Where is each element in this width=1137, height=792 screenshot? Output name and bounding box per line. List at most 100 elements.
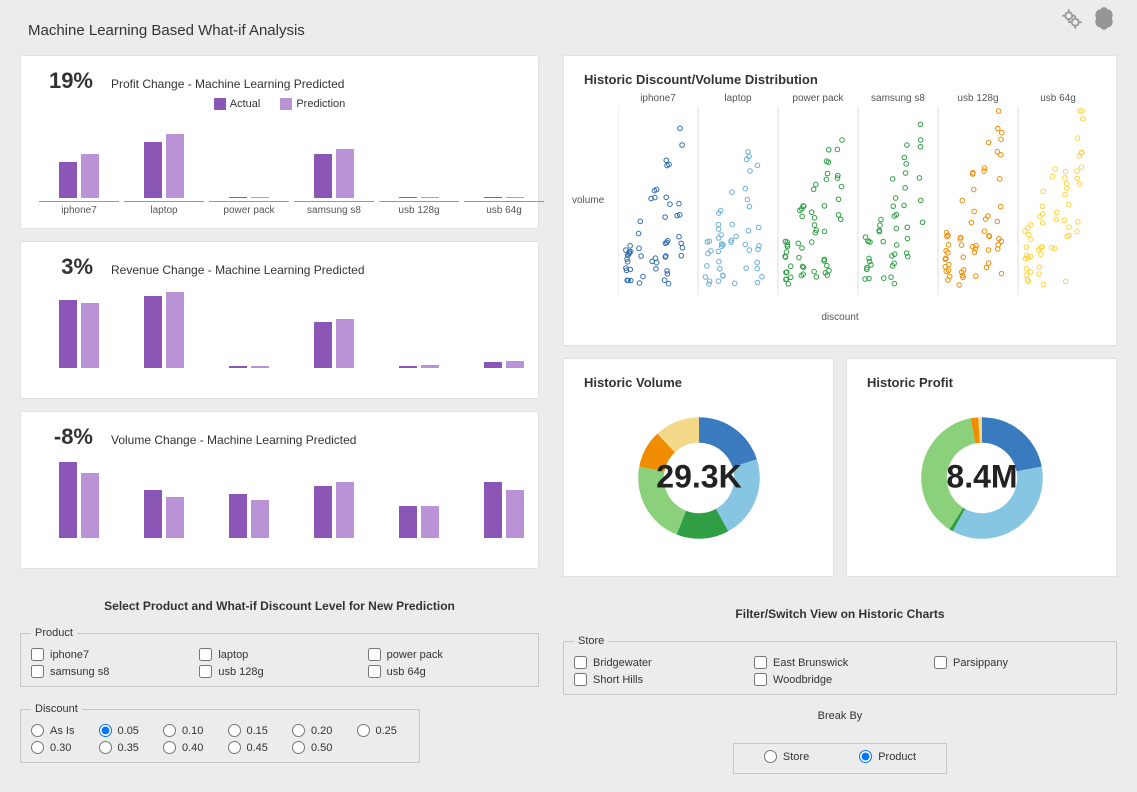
discount-radio[interactable]: 0.25 <box>357 724 410 737</box>
bar-category-label: usb 128g <box>379 201 459 216</box>
bar-prediction <box>421 197 439 198</box>
bar-prediction <box>421 506 439 538</box>
scatter-plot <box>618 95 1098 305</box>
product-checkbox[interactable]: laptop <box>199 648 359 661</box>
gear-brain-icon[interactable] <box>1059 6 1085 35</box>
discount-radio[interactable]: 0.45 <box>228 741 281 754</box>
bar-prediction <box>336 482 354 538</box>
bar-actual <box>229 197 247 198</box>
volume-kpi-card: -8% Volume Change - Machine Learning Pre… <box>20 411 539 569</box>
store-checkbox[interactable]: Short Hills <box>574 673 746 686</box>
bar-actual <box>59 300 77 368</box>
bar-actual <box>59 462 77 538</box>
revenue-kpi-card: 3% Revenue Change - Machine Learning Pre… <box>20 241 539 399</box>
profit-bar-chart: iphone7 laptop power pack samsung s8 usb 128… <box>39 116 520 216</box>
bar-actual <box>399 506 417 538</box>
store-checkbox[interactable]: Woodbridge <box>754 673 926 686</box>
product-checkbox[interactable]: iphone7 <box>31 648 191 661</box>
product-filter: Product iphone7laptoppower packsamsung s… <box>20 633 539 687</box>
product-checkbox[interactable]: samsung s8 <box>31 665 191 678</box>
bar-category-label: samsung s8 <box>294 201 374 216</box>
product-checkbox[interactable]: usb 128g <box>199 665 359 678</box>
historic-volume-card: Historic Volume 29.3K <box>563 358 834 577</box>
bar-prediction <box>336 149 354 199</box>
store-filter: Store BridgewaterEast BrunswickParsippan… <box>563 641 1117 695</box>
bar-actual <box>144 490 162 538</box>
scatter-facet-title: iphone7 <box>618 93 698 104</box>
brain-icon[interactable] <box>1091 6 1117 35</box>
scatter-xlabel: discount <box>821 312 858 323</box>
bar-category-label: laptop <box>124 201 204 216</box>
breakby-filter: Store Product <box>733 743 947 774</box>
bar-prediction <box>81 154 99 198</box>
bar-prediction <box>251 366 269 368</box>
profit-kpi-value: 19% <box>39 68 93 94</box>
bar-category-label: iphone7 <box>39 201 119 216</box>
discount-radio[interactable]: 0.20 <box>292 724 345 737</box>
revenue-kpi-value: 3% <box>39 254 93 280</box>
discount-radio[interactable]: 0.15 <box>228 724 281 737</box>
store-checkbox[interactable]: East Brunswick <box>754 656 926 669</box>
bar-prediction <box>336 319 354 369</box>
bar-actual <box>314 486 332 538</box>
scatter-facet-title: samsung s8 <box>858 93 938 104</box>
revenue-kpi-label: Revenue Change - Machine Learning Predic… <box>111 263 365 277</box>
discount-radio[interactable]: 0.50 <box>292 741 345 754</box>
left-controls-header: Select Product and What-if Discount Leve… <box>20 599 539 613</box>
scatter-ylabel: volume <box>572 195 604 206</box>
bar-actual <box>484 482 502 538</box>
historic-profit-donut: 8.4M <box>902 398 1062 558</box>
bar-actual <box>59 162 77 198</box>
scatter-facet-title: power pack <box>778 93 858 104</box>
bar-category-label: power pack <box>209 201 289 216</box>
breakby-title: Break By <box>563 717 1117 731</box>
bar-actual <box>399 366 417 368</box>
discount-radio[interactable]: 0.05 <box>99 724 151 737</box>
scatter-card: Historic Discount/Volume Distribution vo… <box>563 55 1117 346</box>
bar-prediction <box>251 500 269 538</box>
historic-volume-title: Historic Volume <box>584 375 815 390</box>
store-checkbox[interactable]: Bridgewater <box>574 656 746 669</box>
profit-kpi-card: 19% Profit Change - Machine Learning Pre… <box>20 55 539 229</box>
bar-prediction <box>166 497 184 539</box>
store-checkbox[interactable]: Parsippany <box>934 656 1106 669</box>
product-checkbox[interactable]: usb 64g <box>368 665 528 678</box>
discount-filter-title: Discount <box>31 703 82 715</box>
historic-profit-title: Historic Profit <box>867 375 1098 390</box>
revenue-bar-chart <box>39 286 520 386</box>
bar-actual <box>314 154 332 198</box>
product-checkbox[interactable]: power pack <box>368 648 528 661</box>
breakby-radio[interactable]: Product <box>859 750 916 763</box>
bar-actual <box>484 197 502 198</box>
discount-radio[interactable]: 0.10 <box>163 724 216 737</box>
bar-prediction <box>251 197 269 198</box>
page-title: Machine Learning Based What-if Analysis <box>28 22 1117 39</box>
donut-center-value: 29.3K <box>656 459 741 495</box>
bar-prediction <box>506 197 524 198</box>
scatter-facet-title: usb 128g <box>938 93 1018 104</box>
scatter-facet-title: laptop <box>698 93 778 104</box>
bar-actual <box>399 197 417 198</box>
discount-radio[interactable]: 0.40 <box>163 741 216 754</box>
bar-prediction <box>81 473 99 539</box>
discount-radio[interactable]: 0.35 <box>99 741 151 754</box>
bar-prediction <box>506 490 524 538</box>
bar-actual <box>484 362 502 368</box>
bar-category-label: usb 64g <box>464 201 544 216</box>
donut-center-value: 8.4M <box>946 459 1017 495</box>
kpi-legend: Actual Prediction <box>39 98 520 110</box>
volume-bar-chart <box>39 456 520 556</box>
bar-actual <box>144 142 162 198</box>
right-controls-header: Filter/Switch View on Historic Charts <box>563 607 1117 621</box>
bar-prediction <box>166 292 184 368</box>
discount-radio[interactable]: 0.30 <box>31 741 87 754</box>
discount-radio[interactable]: As Is <box>31 724 87 737</box>
breakby-radio[interactable]: Store <box>764 750 809 763</box>
scatter-title: Historic Discount/Volume Distribution <box>584 72 1098 87</box>
profit-kpi-label: Profit Change - Machine Learning Predict… <box>111 77 344 91</box>
bar-actual <box>229 494 247 538</box>
historic-profit-card: Historic Profit 8.4M <box>846 358 1117 577</box>
bar-prediction <box>421 365 439 368</box>
product-filter-title: Product <box>31 627 77 639</box>
discount-filter: Discount As Is0.050.100.150.200.250.300.… <box>20 709 420 763</box>
